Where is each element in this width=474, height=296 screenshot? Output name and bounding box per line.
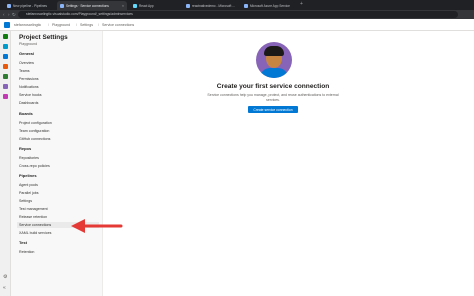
tab-label: Settings · Service connections — [66, 3, 109, 8]
breadcrumb-separator: / — [76, 22, 77, 27]
section-test: Test — [19, 240, 27, 245]
sidebar-item-notifications[interactable]: Notifications — [19, 84, 101, 90]
empty-state-title: Create your first service connection — [216, 83, 330, 90]
browser-tab-reactnativedemo[interactable]: reactnativedemo - Microsoft ... — [183, 1, 238, 10]
azure-devops-logo-icon[interactable] — [4, 22, 10, 28]
azure-devops-favicon-icon — [7, 3, 11, 8]
tab-label: React App — [139, 3, 154, 8]
browser-tab-settings[interactable]: Settings · Service connections × — [57, 1, 127, 10]
section-boards: Boards — [19, 111, 33, 116]
azure-favicon-icon — [186, 3, 190, 8]
back-icon[interactable]: ‹ — [3, 12, 5, 17]
repos-icon[interactable] — [3, 64, 8, 69]
browser-tab-bar: New pipeline - Pipelines Settings · Serv… — [0, 0, 474, 10]
sidebar-item-retention[interactable]: Retention — [19, 249, 101, 255]
url-field[interactable]: stefanrosarlingtic.visualstudio.com/Play… — [18, 11, 458, 18]
sidebar-item-parallel-jobs[interactable]: Parallel jobs — [19, 190, 101, 196]
tab-label: Microsoft Azure App Service — [250, 3, 290, 8]
test-plans-icon[interactable] — [3, 84, 8, 89]
section-general: General — [19, 51, 34, 56]
breadcrumb-project[interactable]: Playground — [52, 23, 70, 27]
pipelines-icon[interactable] — [3, 74, 8, 79]
breadcrumb-separator: / — [48, 22, 49, 27]
forward-icon[interactable]: › — [8, 12, 10, 17]
azure-devops-favicon-icon — [60, 3, 64, 8]
sidebar-item-teams[interactable]: Teams — [19, 68, 101, 74]
browser-tab-azure-app-service[interactable]: Microsoft Azure App Service — [241, 1, 297, 10]
close-tab-icon[interactable]: × — [120, 4, 124, 8]
sidebar-item-test-management[interactable]: Test management — [19, 206, 101, 212]
new-tab-button[interactable]: + — [300, 1, 303, 7]
main-content: Create your first service connection Ser… — [103, 31, 474, 296]
sidebar-item-service-hooks[interactable]: Service hooks — [19, 92, 101, 98]
browser-tab-react-app[interactable]: React App — [130, 1, 180, 10]
tab-label: New pipeline - Pipelines — [13, 3, 48, 8]
annotation-arrow-icon — [71, 219, 123, 233]
sidebar-item-repositories[interactable]: Repositories — [19, 155, 101, 161]
ado-top-header: stefanrosarlingtic / Playground / Settin… — [0, 19, 474, 31]
sidebar-item-permissions[interactable]: Permissions — [19, 76, 101, 82]
illustration-shirt — [260, 68, 288, 78]
address-bar-row: ‹ › ↻ stefanrosarlingtic.visualstudio.co… — [0, 10, 474, 19]
sidebar-project-name: Playground — [19, 42, 38, 46]
reload-icon[interactable]: ↻ — [12, 12, 16, 18]
create-service-connection-button[interactable]: Create service connection — [248, 106, 298, 113]
sidebar-title: Project Settings — [19, 34, 68, 41]
breadcrumb-service-connections[interactable]: Service connections — [102, 23, 134, 27]
breadcrumb-separator: / — [98, 22, 99, 27]
azure-favicon-icon — [244, 3, 248, 8]
illustration-hair — [264, 46, 284, 56]
project-settings-sidebar: Project Settings Playground General Over… — [11, 31, 103, 296]
url-text: stefanrosarlingtic.visualstudio.com/Play… — [26, 12, 133, 16]
section-pipelines: Pipelines — [19, 173, 37, 178]
sidebar-item-team-configuration[interactable]: Team configuration — [19, 128, 101, 134]
sidebar-item-agent-pools[interactable]: Agent pools — [19, 182, 101, 188]
section-repos: Repos — [19, 146, 32, 151]
tab-label: reactnativedemo - Microsoft ... — [192, 3, 235, 8]
project-avatar-icon[interactable] — [3, 34, 8, 39]
browser-tab-pipeline[interactable]: New pipeline - Pipelines — [4, 1, 54, 10]
sidebar-item-github-connections[interactable]: GitHub connections — [19, 136, 101, 142]
sidebar-item-cross-repo-policies[interactable]: Cross-repo policies — [19, 163, 101, 169]
breadcrumb-org[interactable]: stefanrosarlingtic — [14, 23, 41, 27]
left-nav-rail: ⚙ « — [0, 31, 11, 296]
overview-icon[interactable] — [3, 44, 8, 49]
sidebar-item-overview[interactable]: Overview — [19, 60, 101, 66]
sidebar-item-dashboards[interactable]: Dashboards — [19, 100, 101, 106]
breadcrumb-settings[interactable]: Settings — [80, 23, 93, 27]
empty-state-description: Service connections help you manage, pro… — [207, 93, 339, 102]
gear-icon[interactable]: ⚙ — [3, 274, 7, 280]
collapse-icon[interactable]: « — [3, 285, 6, 291]
sidebar-item-pipeline-settings[interactable]: Settings — [19, 198, 101, 204]
sidebar-item-project-configuration[interactable]: Project configuration — [19, 120, 101, 126]
artifacts-icon[interactable] — [3, 94, 8, 99]
person-illustration — [256, 42, 292, 78]
react-favicon-icon — [133, 3, 137, 8]
boards-icon[interactable] — [3, 54, 8, 59]
